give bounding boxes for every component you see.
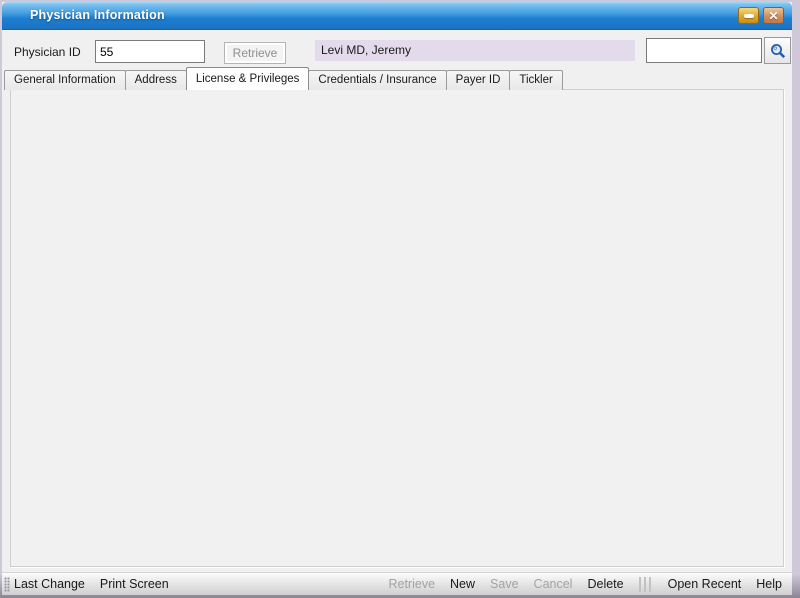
print-screen-button[interactable]: Print Screen [100,577,169,591]
tab-general-information[interactable]: General Information [4,70,126,90]
retrieve-action: Retrieve [388,577,435,591]
tab-credentials-insurance[interactable]: Credentials / Insurance [308,70,446,90]
delete-action[interactable]: Delete [587,577,623,591]
close-icon: ✕ [768,10,778,22]
titlebar-buttons: ✕ [738,7,784,24]
minimize-icon [744,14,754,18]
window-title: Physician Information [30,8,165,22]
magnifier-icon [769,42,787,60]
tab-payer-id[interactable]: Payer ID [446,70,511,90]
statusbar-grip-icon [4,577,10,592]
help-action[interactable]: Help [756,577,782,591]
window-body: Physician Information ✕ Physician ID Ret… [2,2,792,595]
window: Physician Information ✕ Physician ID Ret… [0,0,800,598]
search-button[interactable] [764,37,791,64]
statusbar: Last Change Print Screen Retrieve New Sa… [2,572,792,595]
tab-page-license-privileges [10,89,784,567]
tab-license-privileges[interactable]: License & Privileges [186,67,310,90]
new-action[interactable]: New [450,577,475,591]
titlebar: Physician Information ✕ [2,2,792,30]
tab-tickler[interactable]: Tickler [509,70,562,90]
cancel-action: Cancel [534,577,573,591]
physician-id-input[interactable] [95,40,205,63]
open-recent-action[interactable]: Open Recent [668,577,742,591]
close-button[interactable]: ✕ [763,7,784,24]
tab-strip: General Information Address License & Pr… [4,67,562,90]
minimize-button[interactable] [738,7,759,24]
physician-name-display: Levi MD, Jeremy [315,40,635,61]
save-action: Save [490,577,519,591]
search-input[interactable] [646,38,762,63]
statusbar-separator [639,577,653,592]
retrieve-button: Retrieve [224,42,286,64]
last-change-button[interactable]: Last Change [14,577,85,591]
statusbar-actions: Retrieve New Save Cancel Delete Open Rec… [388,577,792,592]
tab-address[interactable]: Address [125,70,187,90]
physician-id-label: Physician ID [14,45,81,59]
